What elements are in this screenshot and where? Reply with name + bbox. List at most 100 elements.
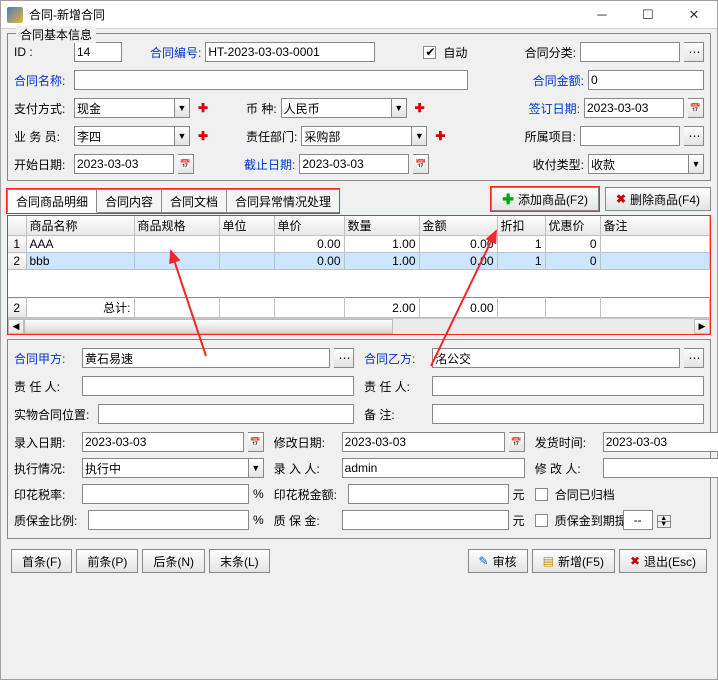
new-icon: ▤ — [543, 554, 554, 568]
table-row[interactable]: 2bbb0.001.000.0010 — [8, 253, 710, 270]
input-start-date[interactable] — [74, 154, 174, 174]
label-archived: 合同已归档 — [555, 486, 619, 503]
lookup-party-b[interactable]: ⋯ — [684, 348, 704, 368]
chevron-down-icon[interactable]: ▼ — [688, 154, 704, 174]
chevron-down-icon[interactable]: ▼ — [248, 458, 264, 478]
label-currency: 币 种: — [246, 100, 277, 117]
label-resp-b: 责 任 人: — [364, 378, 428, 395]
input-remark[interactable] — [432, 404, 704, 424]
input-deposit[interactable] — [342, 510, 509, 530]
label-exec: 执行情况: — [14, 460, 78, 477]
calendar-icon[interactable]: 📅 — [248, 432, 264, 452]
input-contract-no[interactable] — [205, 42, 375, 62]
tab-exception[interactable]: 合同异常情况处理 — [226, 189, 340, 213]
input-name[interactable] — [74, 70, 468, 90]
input-amount[interactable] — [588, 70, 704, 90]
input-deposit-rate[interactable] — [88, 510, 249, 530]
plus-icon: ✚ — [502, 191, 514, 208]
new-button[interactable]: ▤ 新增(F5) — [532, 549, 615, 573]
calendar-icon[interactable]: 📅 — [413, 154, 429, 174]
combo-dept[interactable]: ▼ — [301, 126, 427, 146]
label-location: 实物合同位置: — [14, 406, 94, 423]
maximize-button[interactable]: ☐ — [625, 1, 671, 29]
exit-button[interactable]: ✖ 退出(Esc) — [619, 549, 707, 573]
label-party-b: 合同乙方: — [364, 350, 428, 367]
chevron-down-icon[interactable]: ▼ — [174, 126, 190, 146]
spin-down-icon[interactable]: ▼ — [657, 522, 671, 528]
app-icon — [7, 7, 23, 23]
label-dept: 责任部门: — [246, 128, 297, 145]
close-button[interactable]: ✕ — [671, 1, 717, 29]
last-button[interactable]: 末条(L) — [209, 549, 270, 573]
label-staff: 业 务 员: — [14, 128, 70, 145]
x-icon: ✖ — [616, 192, 626, 206]
input-project[interactable] — [580, 126, 680, 146]
first-button[interactable]: 首条(F) — [11, 549, 72, 573]
input-sign-date[interactable] — [584, 98, 684, 118]
scroll-right-icon[interactable]: ▶ — [694, 319, 710, 334]
input-location[interactable] — [98, 404, 354, 424]
label-resp-a: 责 任 人: — [14, 378, 78, 395]
table-row[interactable]: 1AAA0.001.000.0010 — [8, 236, 710, 253]
add-staff-icon[interactable]: ✚ — [196, 129, 210, 143]
combo-paytype[interactable]: ▼ — [588, 154, 704, 174]
label-contract-no: 合同编号: — [150, 44, 201, 61]
add-product-button[interactable]: ✚ 添加商品(F2) — [491, 187, 599, 211]
combo-exec[interactable]: ▼ — [82, 458, 264, 478]
calendar-icon[interactable]: 📅 — [178, 154, 194, 174]
horizontal-scrollbar[interactable]: ◀ ▶ — [8, 318, 710, 334]
footer: 首条(F) 前条(P) 后条(N) 末条(L) ✎ 审核 ▤ 新增(F5) ✖ … — [1, 541, 717, 581]
fieldset-basic-info: 合同基本信息 ID : 合同编号: ✔ 自动 合同分类: ⋯ 合同名称: 合同金… — [7, 33, 711, 181]
tab-product-detail[interactable]: 合同商品明细 — [7, 189, 97, 213]
input-party-a[interactable] — [82, 348, 330, 368]
label-end-date: 截止日期: — [244, 156, 295, 173]
minimize-button[interactable]: ─ — [579, 1, 625, 29]
combo-currency[interactable]: ▼ — [281, 98, 407, 118]
input-modified-by[interactable] — [603, 458, 718, 478]
chevron-down-icon[interactable]: ▼ — [411, 126, 427, 146]
input-stamp-amount[interactable] — [348, 484, 509, 504]
input-ship-date[interactable] — [603, 432, 718, 452]
prev-button[interactable]: 前条(P) — [76, 549, 138, 573]
label-category: 合同分类: — [525, 44, 576, 61]
input-end-date[interactable] — [299, 154, 409, 174]
tab-content[interactable]: 合同内容 — [96, 189, 162, 213]
chevron-down-icon[interactable]: ▼ — [391, 98, 407, 118]
product-grid[interactable]: 商品名称商品规格 单位单价 数量金额 折扣优惠价 备注 1AAA0.001.00… — [7, 215, 711, 335]
label-auto: 自动 — [443, 44, 467, 61]
input-stamp-rate[interactable] — [82, 484, 249, 504]
input-resp-b[interactable] — [432, 376, 704, 396]
add-pay-method-icon[interactable]: ✚ — [196, 101, 210, 115]
calendar-icon[interactable]: 📅 — [509, 432, 525, 452]
checkbox-archived[interactable] — [535, 488, 548, 501]
checkbox-auto[interactable]: ✔ — [423, 46, 436, 59]
input-resp-a[interactable] — [82, 376, 354, 396]
scroll-left-icon[interactable]: ◀ — [8, 319, 24, 334]
input-id[interactable] — [74, 42, 122, 62]
audit-icon: ✎ — [479, 554, 489, 568]
input-category[interactable] — [580, 42, 680, 62]
chevron-down-icon[interactable]: ▼ — [174, 98, 190, 118]
input-party-b[interactable] — [432, 348, 680, 368]
tab-docs[interactable]: 合同文档 — [161, 189, 227, 213]
combo-staff[interactable]: ▼ — [74, 126, 190, 146]
lookup-category[interactable]: ⋯ — [684, 42, 704, 62]
add-dept-icon[interactable]: ✚ — [433, 129, 447, 143]
label-project: 所属项目: — [525, 128, 576, 145]
next-button[interactable]: 后条(N) — [142, 549, 205, 573]
label-deposit-rate: 质保金比例: — [14, 512, 84, 529]
input-entry-date[interactable] — [82, 432, 244, 452]
calendar-icon[interactable]: 📅 — [688, 98, 704, 118]
lookup-project[interactable]: ⋯ — [684, 126, 704, 146]
label-modify-date: 修改日期: — [274, 434, 338, 451]
combo-pay-method[interactable]: ▼ — [74, 98, 190, 118]
delete-product-button[interactable]: ✖ 删除商品(F4) — [605, 187, 711, 211]
label-entered-by: 录 入 人: — [274, 460, 338, 477]
input-deposit-remind[interactable] — [623, 510, 653, 530]
input-entered-by[interactable] — [342, 458, 525, 478]
add-currency-icon[interactable]: ✚ — [413, 101, 427, 115]
input-modify-date[interactable] — [342, 432, 505, 452]
audit-button[interactable]: ✎ 审核 — [468, 549, 528, 573]
checkbox-deposit-remind[interactable] — [535, 514, 548, 527]
lookup-party-a[interactable]: ⋯ — [334, 348, 354, 368]
